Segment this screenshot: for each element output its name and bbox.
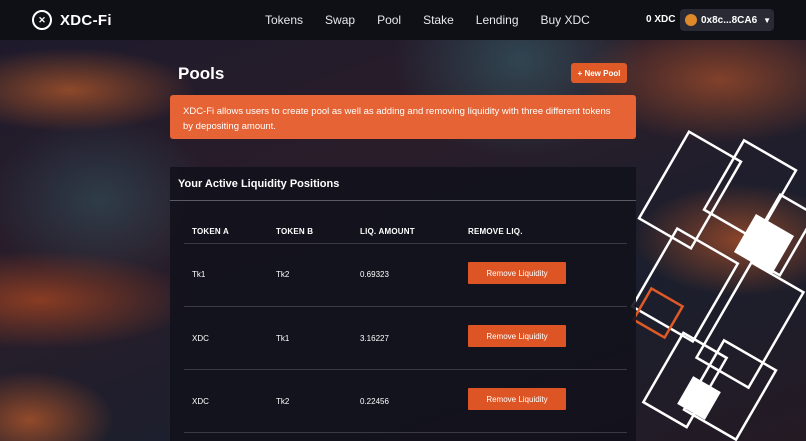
- row-divider: [184, 432, 627, 433]
- remove-liquidity-button-1[interactable]: Remove Liquidity: [468, 262, 566, 284]
- chevron-down-icon: ▼: [763, 15, 772, 25]
- liquidity-positions-panel: Your Active Liquidity Positions TOKEN A …: [170, 167, 636, 441]
- row-1-token-a: Tk1: [192, 270, 206, 279]
- row-1-amount: 0.69323: [360, 270, 389, 279]
- brand-name: XDC-Fi: [60, 11, 112, 29]
- wallet-balance: 0 XDC: [646, 14, 676, 25]
- nav-tokens[interactable]: Tokens: [265, 13, 303, 27]
- column-header-token-b: TOKEN B: [276, 227, 314, 236]
- nav-stake[interactable]: Stake: [423, 13, 454, 27]
- wallet-avatar-icon: [685, 14, 697, 26]
- row-3-token-a: XDC: [192, 397, 209, 406]
- remove-liquidity-button-2[interactable]: Remove Liquidity: [468, 325, 566, 347]
- wallet-address: 0x8c...8CA6: [701, 14, 758, 26]
- wallet-button[interactable]: 0x8c...8CA6 ▼: [680, 9, 774, 31]
- nav-pool[interactable]: Pool: [377, 13, 401, 27]
- panel-title: Your Active Liquidity Positions: [178, 178, 340, 190]
- nav-buy-xdc[interactable]: Buy XDC: [541, 13, 590, 27]
- page-title: Pools: [178, 64, 225, 83]
- nav-swap[interactable]: Swap: [325, 13, 355, 27]
- column-header-liq-amount: LIQ. AMOUNT: [360, 227, 415, 236]
- info-banner: XDC-Fi allows users to create pool as we…: [170, 95, 636, 139]
- row-3-amount: 0.22456: [360, 397, 389, 406]
- row-2-amount: 3.16227: [360, 334, 389, 343]
- row-divider: [184, 369, 627, 370]
- xdc-logo-icon: ✕: [32, 10, 52, 30]
- main-nav: Tokens Swap Pool Stake Lending Buy XDC: [265, 13, 590, 27]
- new-pool-button[interactable]: + New Pool: [571, 63, 627, 83]
- nav-lending[interactable]: Lending: [476, 13, 519, 27]
- row-3-token-b: Tk2: [276, 397, 290, 406]
- remove-liquidity-button-3[interactable]: Remove Liquidity: [468, 388, 566, 410]
- column-header-remove-liq: REMOVE LIQ.: [468, 227, 523, 236]
- top-nav-bar: ✕ XDC-Fi Tokens Swap Pool Stake Lending …: [0, 0, 806, 40]
- row-1-token-b: Tk2: [276, 270, 290, 279]
- row-2-token-b: Tk1: [276, 334, 290, 343]
- row-2-token-a: XDC: [192, 334, 209, 343]
- brand[interactable]: ✕ XDC-Fi: [32, 10, 112, 30]
- row-divider: [184, 243, 627, 244]
- column-header-token-a: TOKEN A: [192, 227, 229, 236]
- row-divider: [184, 306, 627, 307]
- divider: [170, 200, 636, 201]
